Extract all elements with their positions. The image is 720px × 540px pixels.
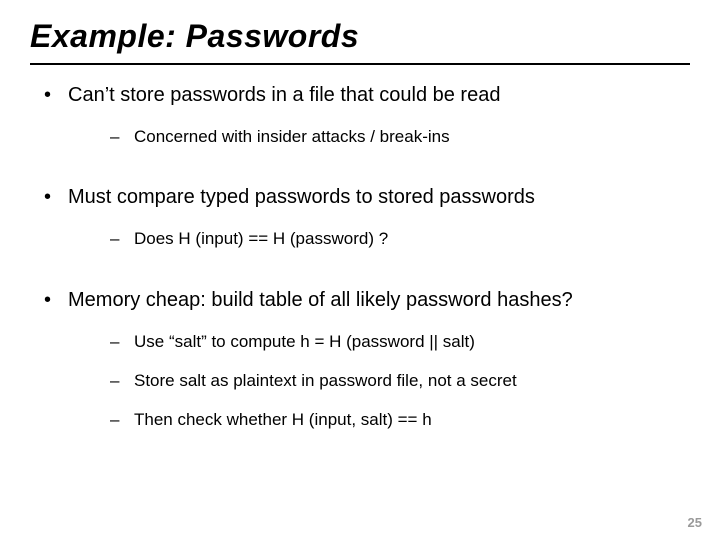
bullet-text: Must compare typed passwords to stored p… <box>68 186 535 208</box>
sub-text: Use “salt” to compute h = H (password ||… <box>134 332 475 351</box>
sub-text: Then check whether H (input, salt) == h <box>134 410 432 429</box>
sub-list: Does H (input) == H (password) ? <box>68 228 690 249</box>
page-number: 25 <box>688 515 702 530</box>
sub-item: Store salt as plaintext in password file… <box>68 370 690 391</box>
sub-list: Concerned with insider attacks / break-i… <box>68 126 690 147</box>
bullet-text: Memory cheap: build table of all likely … <box>68 289 573 311</box>
slide-title: Example: Passwords <box>30 18 690 55</box>
sub-item: Then check whether H (input, salt) == h <box>68 409 690 430</box>
bullet-item: Can’t store passwords in a file that cou… <box>30 83 690 147</box>
sub-text: Concerned with insider attacks / break-i… <box>134 127 450 146</box>
bullet-list: Must compare typed passwords to stored p… <box>30 185 690 249</box>
sub-text: Store salt as plaintext in password file… <box>134 371 517 390</box>
slide: Example: Passwords Can’t store passwords… <box>0 0 720 540</box>
spacer <box>30 165 690 185</box>
slide-body: Can’t store passwords in a file that cou… <box>30 83 690 430</box>
bullet-item: Memory cheap: build table of all likely … <box>30 288 690 431</box>
bullet-text: Can’t store passwords in a file that cou… <box>68 84 500 106</box>
sub-list: Use “salt” to compute h = H (password ||… <box>68 331 690 431</box>
title-rule <box>30 63 690 65</box>
bullet-list: Can’t store passwords in a file that cou… <box>30 83 690 147</box>
spacer <box>30 268 690 288</box>
bullet-item: Must compare typed passwords to stored p… <box>30 185 690 249</box>
sub-text: Does H (input) == H (password) ? <box>134 229 388 248</box>
bullet-list: Memory cheap: build table of all likely … <box>30 288 690 431</box>
sub-item: Does H (input) == H (password) ? <box>68 228 690 249</box>
sub-item: Use “salt” to compute h = H (password ||… <box>68 331 690 352</box>
sub-item: Concerned with insider attacks / break-i… <box>68 126 690 147</box>
